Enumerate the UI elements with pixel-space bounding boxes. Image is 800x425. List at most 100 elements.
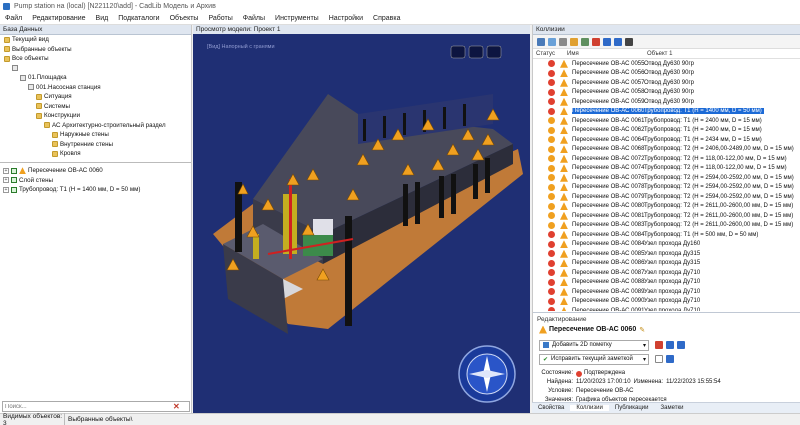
- expand-icon[interactable]: +: [3, 186, 9, 193]
- collision-row[interactable]: Пересечение ОВ-АС 0062 Трубопровод: Т1 (Н…: [533, 126, 800, 136]
- model-3d[interactable]: [193, 34, 530, 413]
- note-view-icon[interactable]: [666, 355, 674, 363]
- tab-collisions[interactable]: Коллизии: [570, 405, 609, 411]
- menu-works[interactable]: Работы: [203, 15, 237, 22]
- rename-icon[interactable]: ✎: [639, 326, 645, 334]
- collision-row[interactable]: Пересечение ОВ-АС 0064 Трубопровод: Т1 (Н…: [533, 135, 800, 145]
- collision-row[interactable]: Пересечение ОВ-АС 0090 Узел прохода Ду710: [533, 297, 800, 307]
- menu-files[interactable]: Файлы: [238, 15, 270, 22]
- menu-subcatalogs[interactable]: Подкаталоги: [113, 15, 164, 22]
- collision-row[interactable]: Пересечение ОВ-АС 0088 Узел прохода Ду710: [533, 278, 800, 288]
- import-icon[interactable]: [614, 37, 622, 46]
- menu-file[interactable]: Файл: [0, 15, 27, 22]
- refresh-icon[interactable]: [537, 37, 545, 46]
- tree-item[interactable]: [4, 64, 191, 74]
- collision-row[interactable]: Пересечение ОВ-АС 0079 Трубопровод: Т2 (Н…: [533, 192, 800, 202]
- collision-row[interactable]: Пересечение ОВ-АС 0074 Трубопровод: Т2 (Н…: [533, 164, 800, 174]
- clear-search-icon[interactable]: ✕: [173, 402, 180, 411]
- tab-publications[interactable]: Публикации: [609, 405, 655, 411]
- collision-row[interactable]: Пересечение ОВ-АС 0080 Трубопровод: Т2 (Н…: [533, 202, 800, 212]
- tab-properties[interactable]: Свойства: [532, 405, 570, 411]
- tree-item[interactable]: Все объекты: [4, 54, 191, 64]
- collision-row[interactable]: Пересечение ОВ-АС 0056 Отвод Ду630 90гр: [533, 69, 800, 79]
- delete-icon[interactable]: [592, 37, 600, 46]
- visibility-checkbox[interactable]: [11, 177, 17, 184]
- menu-view[interactable]: Вид: [91, 15, 114, 22]
- collision-row[interactable]: Пересечение ОВ-АС 0085 Узел прохода Ду315: [533, 249, 800, 259]
- column-object[interactable]: Объект 1: [647, 51, 672, 57]
- tree-item-label: Кровля: [60, 150, 81, 158]
- grid-icon[interactable]: [559, 37, 567, 46]
- collision-row[interactable]: Пересечение ОВ-АС 0083 Трубопровод: Т2 (Н…: [533, 221, 800, 231]
- tree-item[interactable]: Выбранные объекты: [4, 45, 191, 55]
- export-icon[interactable]: [603, 37, 611, 46]
- collision-name: Пересечение ОВ-АС 0057: [572, 79, 645, 86]
- chevron-down-icon[interactable]: ▾: [643, 342, 646, 349]
- menu-edit[interactable]: Редактирование: [27, 15, 90, 22]
- tree-item[interactable]: Конструкции: [4, 111, 191, 121]
- collision-row[interactable]: Пересечение ОВ-АС 0058 Отвод Ду630 90гр: [533, 88, 800, 98]
- column-name[interactable]: Имя: [563, 51, 647, 57]
- collision-row[interactable]: Пересечение ОВ-АС 0084 Трубопровод: Т1 (Н…: [533, 230, 800, 240]
- tree-item[interactable]: Текущий вид: [4, 35, 191, 45]
- note-list-icon[interactable]: [677, 341, 685, 349]
- collision-name: Пересечение ОВ-АС 0087: [572, 269, 645, 276]
- selection-item[interactable]: + Трубопровод: Т1 (Н = 1400 мм, D = 50 мм…: [3, 185, 191, 195]
- tree-item[interactable]: 01.Площадка: [4, 73, 191, 83]
- expand-icon[interactable]: +: [3, 177, 9, 184]
- collision-row[interactable]: Пересечение ОВ-АС 0084 Узел прохода Ду160: [533, 240, 800, 250]
- collision-name: Пересечение ОВ-АС 0086: [572, 260, 645, 267]
- fix-note-button[interactable]: ✔ Исправить текущий заметкой ▾: [539, 353, 649, 365]
- search-input[interactable]: [3, 403, 173, 410]
- collision-row[interactable]: Пересечение ОВ-АС 0078 Трубопровод: Т2 (Н…: [533, 183, 800, 193]
- clear-note-icon[interactable]: [655, 355, 663, 363]
- collision-row[interactable]: Пересечение ОВ-АС 0081 Трубопровод: Т2 (Н…: [533, 211, 800, 221]
- filter-icon[interactable]: [548, 37, 556, 46]
- collision-row[interactable]: Пересечение ОВ-АС 0089 Узел прохода Ду710: [533, 287, 800, 297]
- sort-icon[interactable]: [570, 37, 578, 46]
- collision-row[interactable]: Пересечение ОВ-АС 0068 Трубопровод: Т2 (Н…: [533, 145, 800, 155]
- changed-value: 11/22/2023 15:55:54: [666, 379, 721, 385]
- tree-item[interactable]: Системы: [4, 102, 191, 112]
- tab-notes[interactable]: Заметки: [655, 405, 690, 411]
- collision-name: Пересечение ОВ-АС 0056: [572, 70, 645, 77]
- collision-row[interactable]: Пересечение ОВ-АС 0057 Отвод Ду630 90гр: [533, 78, 800, 88]
- collision-name: Пересечение ОВ-АС 0062: [572, 127, 645, 134]
- collision-row[interactable]: Пересечение ОВ-АС 0091 Узел прохода Ду710: [533, 306, 800, 311]
- tree-item[interactable]: 001.Насосная станция: [4, 83, 191, 93]
- visibility-checkbox[interactable]: [11, 186, 17, 193]
- tree-item[interactable]: Кровля: [4, 149, 191, 159]
- column-status[interactable]: Статус: [533, 51, 563, 57]
- chevron-down-icon[interactable]: ▾: [643, 356, 646, 363]
- collision-row[interactable]: Пересечение ОВ-АС 0076 Трубопровод: Т2 (Н…: [533, 173, 800, 183]
- warning-icon: [19, 167, 26, 175]
- status-cell: [548, 231, 558, 239]
- tree-item[interactable]: АС Архитектурно-строительный раздел: [4, 121, 191, 131]
- collision-row[interactable]: Пересечение ОВ-АС 0086 Узел прохода Ду315: [533, 259, 800, 269]
- collision-name: Пересечение ОВ-АС 0058: [572, 89, 645, 96]
- menu-settings[interactable]: Настройки: [324, 15, 368, 22]
- note-delete-icon[interactable]: [655, 341, 663, 349]
- selection-item[interactable]: + Слой стены: [3, 176, 191, 186]
- model-viewport[interactable]: Просмотр модели: Проект 1 [Вид] Напорный…: [193, 25, 530, 413]
- tree-item[interactable]: Внутренние стены: [4, 140, 191, 150]
- collision-row[interactable]: Пересечение ОВ-АС 0055 Отвод Ду630 90гр: [533, 59, 800, 69]
- tree-item[interactable]: Ситуация: [4, 92, 191, 102]
- collision-row[interactable]: Пересечение ОВ-АС 0060 Трубопровод: Т1 (Н…: [533, 106, 800, 116]
- note-save-icon[interactable]: [666, 341, 674, 349]
- collision-row[interactable]: Пересечение ОВ-АС 0072 Трубопровод: Т2 (Н…: [533, 154, 800, 164]
- flag-icon[interactable]: [625, 37, 633, 46]
- menu-tools[interactable]: Инструменты: [270, 15, 324, 22]
- menu-help[interactable]: Справка: [368, 15, 405, 22]
- group-icon[interactable]: [581, 37, 589, 46]
- collision-row[interactable]: Пересечение ОВ-АС 0061 Трубопровод: Т1 (Н…: [533, 116, 800, 126]
- tree-item[interactable]: Перекрытия: [4, 159, 191, 160]
- add-2d-note-button[interactable]: Добавить 2D пометку ▾: [539, 339, 649, 351]
- collision-row[interactable]: Пересечение ОВ-АС 0059 Отвод Ду630 90гр: [533, 97, 800, 107]
- collision-row[interactable]: Пересечение ОВ-АС 0087 Узел прохода Ду710: [533, 268, 800, 278]
- selection-item[interactable]: + Пересечение ОВ-АС 0060: [3, 166, 191, 176]
- menu-objects[interactable]: Объекты: [165, 15, 204, 22]
- expand-icon[interactable]: +: [3, 167, 9, 174]
- visibility-checkbox[interactable]: [11, 167, 17, 174]
- tree-item[interactable]: Наружные стены: [4, 130, 191, 140]
